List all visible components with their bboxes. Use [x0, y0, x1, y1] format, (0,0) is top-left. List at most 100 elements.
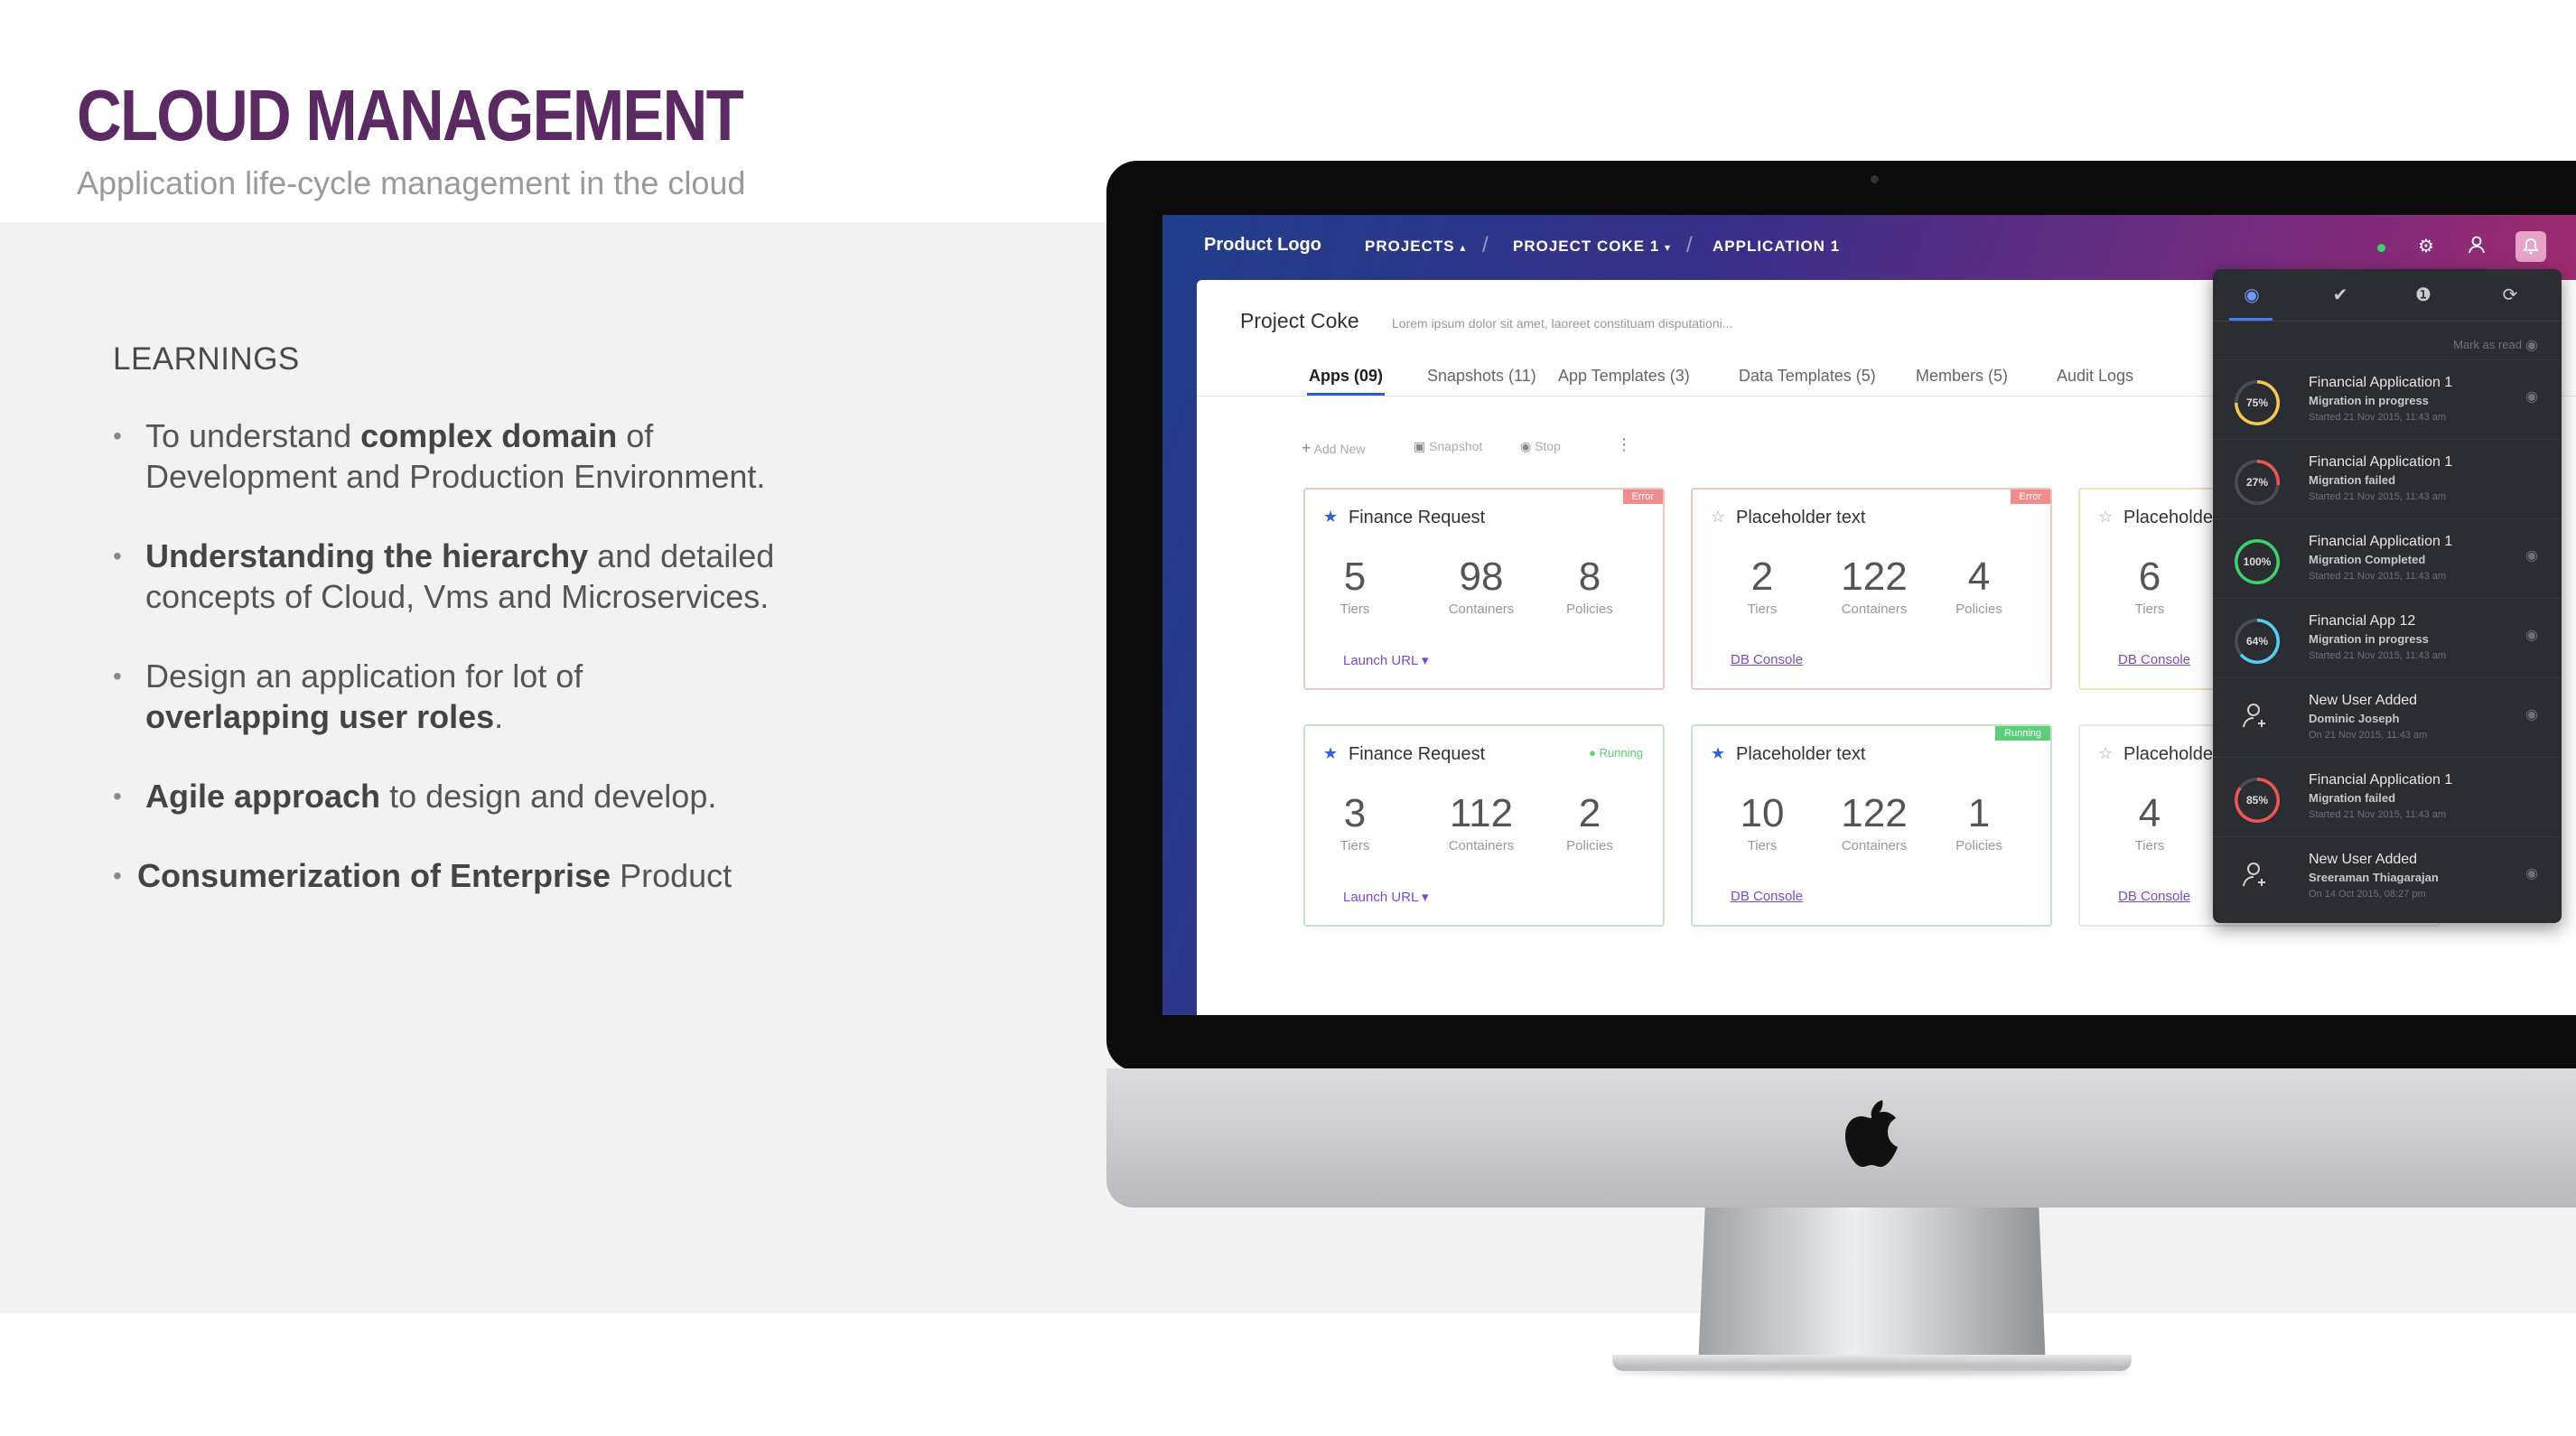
eye-icon[interactable]: ◉ — [2525, 626, 2538, 644]
project-title: Project Coke — [1240, 309, 1359, 332]
status-badge: Error — [2010, 490, 2050, 504]
learnings-list: • To understand complex domain of Developm… — [113, 415, 1016, 935]
app-card[interactable]: ★ Finance Request ● Running 3 Tiers 112 Co… — [1303, 724, 1665, 927]
breadcrumb-project[interactable]: PROJECT COKE 1 ▾ — [1513, 238, 1671, 256]
list-item: • Understanding the hierarchy and detaile… — [113, 537, 775, 615]
mark-as-read-link[interactable]: Mark as read — [2453, 338, 2522, 351]
active-tab-indicator — [2229, 318, 2273, 321]
progress-ring: 85% — [2235, 778, 2280, 823]
eye-icon[interactable]: ◉ — [2525, 387, 2538, 406]
list-item: • Consumerization of Enterprise Product — [113, 857, 733, 894]
sync-icon[interactable]: ⟳ — [2497, 282, 2524, 309]
notification-item[interactable]: 100% Financial Application 1 Migration C… — [2213, 518, 2562, 598]
user-icon[interactable] — [2465, 235, 2488, 258]
gear-icon[interactable]: ⚙ — [2414, 235, 2438, 258]
status-badge: ● Running — [1589, 746, 1643, 760]
progress-ring: 27% — [2235, 460, 2280, 505]
policies-metric: 4 Policies — [1955, 555, 2002, 617]
progress-ring: 64% — [2235, 619, 2280, 664]
notification-item[interactable]: New User Added Dominic Joseph On 21 Nov … — [2213, 677, 2562, 757]
user-add-icon — [2243, 704, 2265, 728]
tab-members[interactable]: Members (5) — [1916, 367, 2008, 386]
add-new-button[interactable]: + Add New — [1302, 439, 1365, 458]
app-card[interactable]: ☆ Placeholder text Error 2 Tiers 122 Conta… — [1691, 488, 2052, 690]
notification-tabs: ◉ ✔ ❶ ⟳ — [2213, 269, 2562, 322]
chevron-down-icon: ▾ — [1422, 653, 1429, 668]
check-icon[interactable]: ✔ — [2327, 282, 2354, 309]
product-logo[interactable]: Product Logo — [1204, 235, 1321, 256]
star-outline-icon[interactable]: ☆ — [2098, 744, 2113, 763]
eye-icon[interactable]: ◉ — [2525, 336, 2538, 354]
imac-stand — [1698, 1208, 2046, 1368]
breadcrumb-separator: / — [1686, 233, 1693, 257]
containers-metric: 122 Containers — [1841, 791, 1908, 853]
list-item: • Design an application for lot of overlap… — [113, 657, 583, 735]
progress-ring: 75% — [2235, 380, 2280, 425]
db-console-link[interactable]: DB Console — [2118, 889, 2190, 904]
notification-item[interactable]: 64% Financial App 12 Migration in progre… — [2213, 598, 2562, 677]
status-badge: Error — [1622, 490, 1663, 504]
tab-audit-logs[interactable]: Audit Logs — [2057, 367, 2133, 386]
card-title: Finance Request — [1349, 508, 1486, 527]
launch-url-link[interactable]: Launch URL ▾ — [1343, 889, 1429, 905]
tiers-metric: 10 Tiers — [1740, 791, 1785, 853]
star-icon[interactable]: ★ — [1323, 744, 1338, 763]
containers-metric: 122 Containers — [1841, 555, 1908, 617]
containers-metric: 98 Containers — [1448, 555, 1515, 617]
notification-item[interactable]: New User Added Sreeraman Thiagarajan On … — [2213, 836, 2562, 916]
app-card[interactable]: ★ Finance Request Error 5 Tiers 98 Contain… — [1303, 488, 1665, 690]
learnings-heading: LEARNINGS — [113, 341, 300, 377]
slide-title: CLOUD MANAGEMENT — [77, 75, 744, 155]
containers-metric: 112 Containers — [1448, 791, 1515, 853]
db-console-link[interactable]: DB Console — [1731, 889, 1803, 904]
app-card[interactable]: ★ Placeholder text Running 10 Tiers 122 Co… — [1691, 724, 2052, 927]
plus-icon: + — [1302, 439, 1311, 457]
notification-item[interactable]: 75% Financial Application 1 Migration in… — [2213, 359, 2562, 439]
snapshot-button[interactable]: ▣ Snapshot — [1414, 439, 1482, 454]
db-console-link[interactable]: DB Console — [1731, 652, 1803, 667]
camera-icon — [1871, 175, 1879, 183]
notification-item[interactable]: 85% Financial Application 1 Migration fa… — [2213, 757, 2562, 836]
bell-icon[interactable] — [2515, 231, 2546, 262]
apple-logo-icon — [1845, 1100, 1898, 1167]
launch-url-link[interactable]: Launch URL ▾ — [1343, 652, 1429, 668]
notification-item[interactable]: 27% Financial Application 1 Migration fa… — [2213, 439, 2562, 518]
toggle-icon[interactable]: ◉ — [2238, 282, 2265, 309]
camera-icon: ▣ — [1414, 439, 1426, 453]
stand-shadow — [1612, 1368, 2132, 1375]
notification-panel: ◉ ✔ ❶ ⟳ Mark as read ◉ 75% Financial App… — [2213, 269, 2562, 923]
policies-metric: 1 Policies — [1955, 791, 2002, 853]
tiers-metric: 6 Tiers — [2134, 555, 2165, 617]
stop-icon: ◉ — [1520, 439, 1532, 453]
more-icon[interactable]: ⋮ — [1616, 435, 1632, 454]
tiers-metric: 3 Tiers — [1339, 791, 1370, 853]
tab-snapshots[interactable]: Snapshots (11) — [1427, 367, 1536, 386]
star-outline-icon[interactable]: ☆ — [1711, 508, 1725, 527]
slide-subtitle: Application life-cycle management in the… — [77, 164, 746, 201]
stop-button[interactable]: ◉ Stop — [1520, 439, 1561, 454]
tab-data-templates[interactable]: Data Templates (5) — [1739, 367, 1876, 386]
tiers-metric: 5 Tiers — [1339, 555, 1370, 617]
db-console-link[interactable]: DB Console — [2118, 652, 2190, 667]
policies-metric: 8 Policies — [1566, 555, 1613, 617]
breadcrumb-separator: / — [1482, 233, 1489, 257]
eye-icon[interactable]: ◉ — [2525, 705, 2538, 723]
chevron-down-icon: ▾ — [1422, 890, 1429, 905]
breadcrumb-projects[interactable]: PROJECTS ▴ — [1365, 238, 1466, 256]
list-item: • Agile approach to design and develop. — [113, 778, 717, 815]
tab-app-templates[interactable]: App Templates (3) — [1558, 367, 1690, 386]
star-icon[interactable]: ★ — [1711, 744, 1725, 763]
star-icon[interactable]: ★ — [1323, 508, 1338, 527]
tiers-metric: 2 Tiers — [1747, 555, 1778, 617]
breadcrumb-application[interactable]: APPLICATION 1 — [1713, 238, 1840, 256]
eye-icon[interactable]: ◉ — [2525, 864, 2538, 882]
card-title: Finance Request — [1349, 744, 1486, 764]
eye-icon[interactable]: ◉ — [2525, 546, 2538, 564]
star-outline-icon[interactable]: ☆ — [2098, 508, 2113, 527]
status-badge: Running — [1995, 726, 2050, 741]
progress-ring: 100% — [2235, 539, 2280, 584]
alert-icon[interactable]: ❶ — [2410, 282, 2437, 309]
tab-apps[interactable]: Apps (09) — [1309, 367, 1383, 386]
tiers-metric: 4 Tiers — [2134, 791, 2165, 853]
card-title: Placeholder text — [1736, 508, 1866, 527]
